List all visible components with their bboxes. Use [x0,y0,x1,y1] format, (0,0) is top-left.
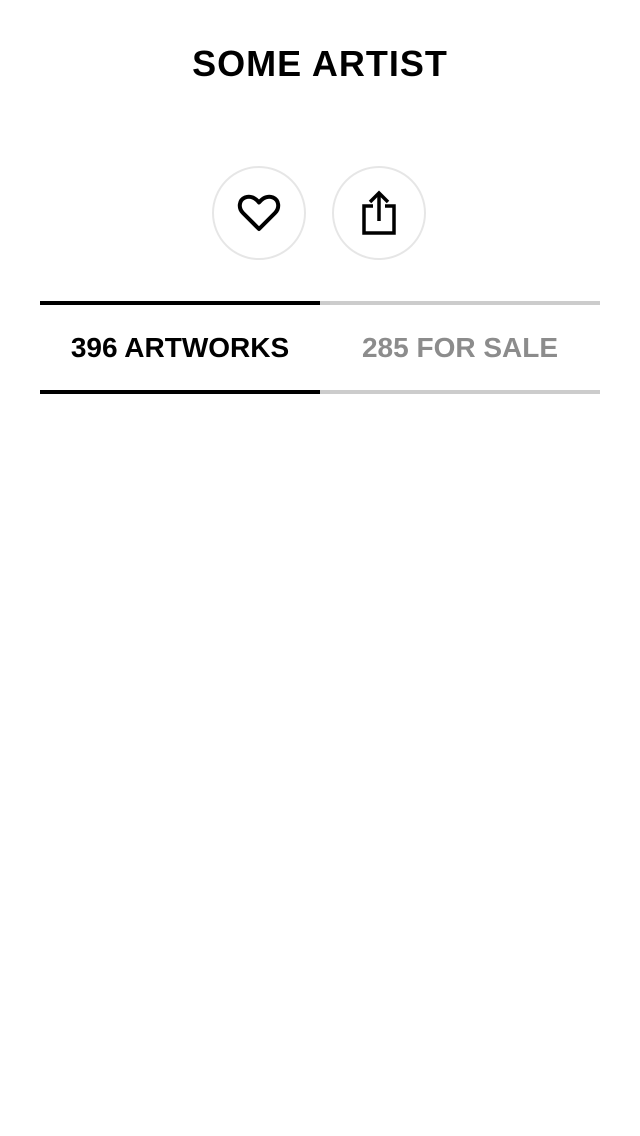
tab-for-sale-label: 285 FOR SALE [361,331,559,363]
artist-page: SOME ARTIST 396 ARTWORKS 285 FOR SALE [0,0,640,1136]
tab-for-sale[interactable]: 285 FOR SALE [320,301,600,394]
heart-icon [237,193,281,233]
artist-name: SOME ARTIST [192,43,448,84]
artist-tabs: 396 ARTWORKS 285 FOR SALE [40,301,600,394]
tab-artworks[interactable]: 396 ARTWORKS [40,301,320,394]
share-button[interactable] [332,166,426,260]
favorite-button[interactable] [212,166,306,260]
share-icon [361,190,397,236]
tab-artworks-label: 396 ARTWORKS [70,331,290,363]
artist-actions [212,166,428,262]
